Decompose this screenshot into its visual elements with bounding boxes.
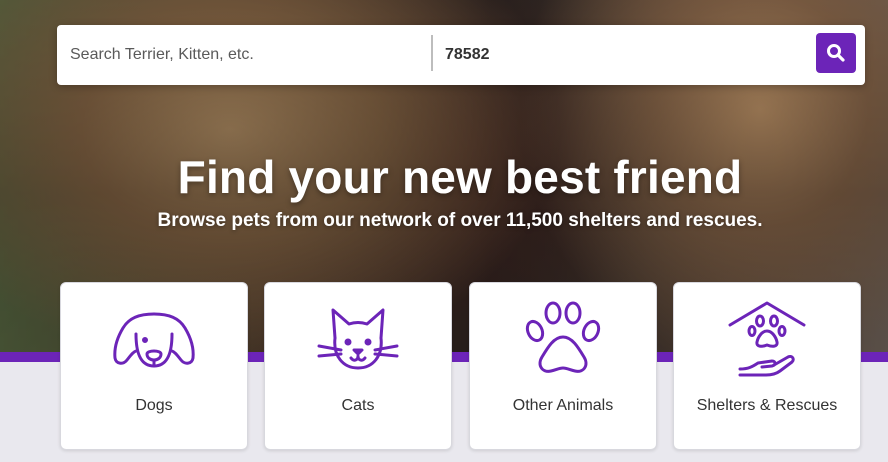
category-label: Dogs [135, 397, 173, 414]
search-divider [431, 35, 433, 71]
category-card-shelters-rescues[interactable]: Shelters & Rescues [673, 282, 861, 450]
paw-icon [525, 301, 601, 373]
category-label: Cats [341, 397, 375, 414]
category-card-cats[interactable]: Cats [264, 282, 452, 450]
category-card-dogs[interactable]: Dogs [60, 282, 248, 450]
shelter-icon [728, 301, 806, 377]
category-card-other-animals[interactable]: Other Animals [469, 282, 657, 450]
search-button[interactable] [816, 33, 856, 73]
pet-search-input[interactable] [70, 25, 425, 85]
hero-headline: Find your new best friend [177, 151, 743, 203]
cat-icon [317, 308, 399, 370]
search-bar [57, 25, 865, 85]
hero-subheadline: Browse pets from our network of over 11,… [157, 210, 763, 231]
location-input[interactable] [445, 25, 805, 85]
category-label: Shelters & Rescues [696, 397, 838, 414]
search-icon [827, 44, 845, 62]
dog-icon [113, 312, 195, 368]
category-label: Other Animals [512, 397, 614, 414]
